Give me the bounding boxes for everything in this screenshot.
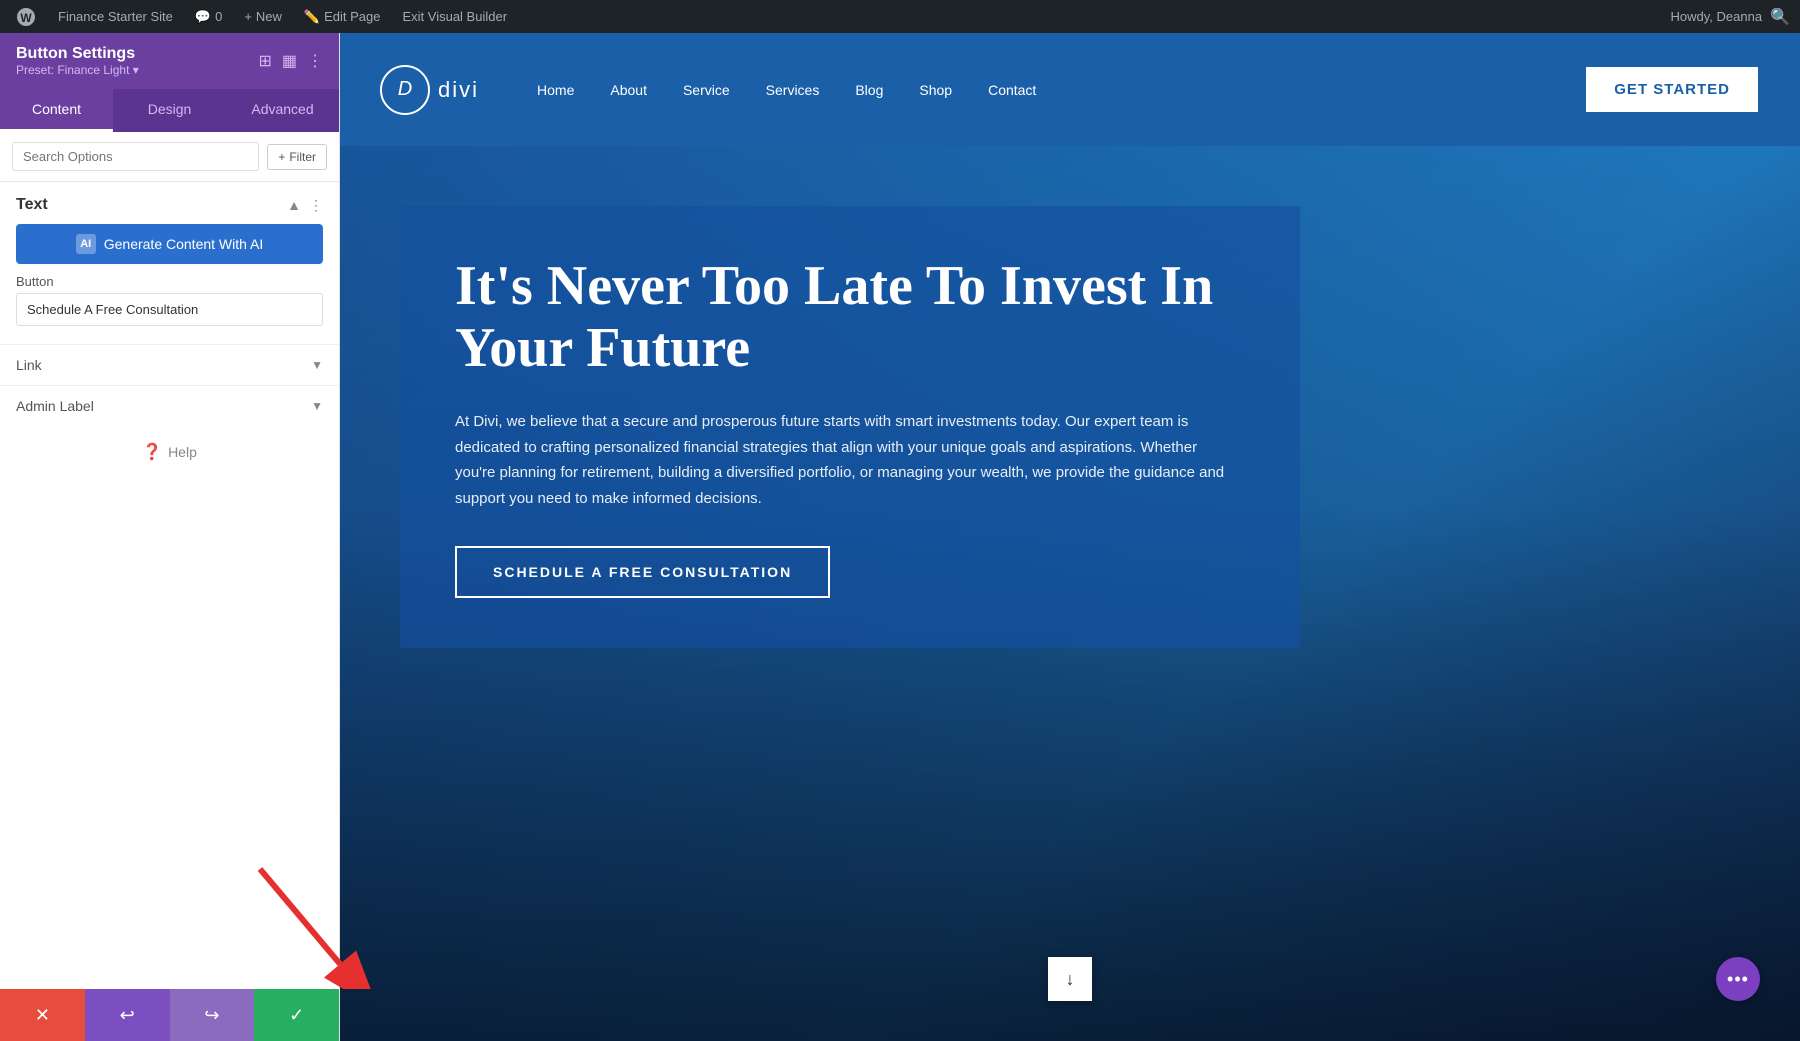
- logo-circle: D: [380, 65, 430, 115]
- comments-item[interactable]: 💬 0: [189, 0, 228, 33]
- ai-icon: AI: [76, 234, 96, 254]
- link-section-header[interactable]: Link ▼: [16, 357, 323, 373]
- save-button[interactable]: ✓: [254, 989, 339, 1041]
- logo-text: divi: [438, 77, 479, 103]
- nav-about[interactable]: About: [592, 33, 665, 146]
- sidebar-title-group: Button Settings Preset: Finance Light ▾: [16, 45, 139, 77]
- collapse-icon[interactable]: ▲: [287, 197, 301, 213]
- help-label: Help: [168, 444, 197, 460]
- tab-design[interactable]: Design: [113, 89, 226, 132]
- admin-bar-right: Howdy, Deanna 🔍: [1671, 7, 1790, 27]
- cancel-button[interactable]: ✕: [0, 989, 85, 1041]
- redo-icon: ↪: [204, 1005, 219, 1026]
- admin-label-section: Admin Label ▼: [0, 385, 339, 426]
- admin-label-header[interactable]: Admin Label ▼: [16, 398, 323, 414]
- undo-icon: ↩: [120, 1005, 135, 1026]
- get-started-button[interactable]: GET STARTED: [1584, 65, 1760, 114]
- new-icon: +: [244, 9, 252, 24]
- edit-label: Edit Page: [324, 9, 380, 24]
- scroll-down-button[interactable]: ↓: [1048, 957, 1092, 1001]
- floating-menu-button[interactable]: •••: [1716, 957, 1760, 1001]
- site-name-label: Finance Starter Site: [58, 9, 173, 24]
- link-chevron-icon: ▼: [311, 358, 323, 372]
- undo-button[interactable]: ↩: [85, 989, 170, 1041]
- nav-home[interactable]: Home: [519, 33, 592, 146]
- edit-page-item[interactable]: ✏️ Edit Page: [298, 0, 387, 33]
- search-input[interactable]: [12, 142, 259, 171]
- cancel-icon: ✕: [35, 1005, 50, 1026]
- site-logo: D divi: [380, 65, 479, 115]
- more-icon[interactable]: ⋮: [307, 51, 323, 71]
- hero-card: It's Never Too Late To Invest In Your Fu…: [400, 206, 1300, 648]
- nav-shop[interactable]: Shop: [901, 33, 970, 146]
- tab-content[interactable]: Content: [0, 89, 113, 132]
- nav-service[interactable]: Service: [665, 33, 748, 146]
- site-name-item[interactable]: Finance Starter Site: [52, 0, 179, 33]
- new-label: New: [256, 9, 282, 24]
- sidebar-bottom-bar: ✕ ↩ ↪ ✓: [0, 989, 339, 1041]
- sidebar-tabs: Content Design Advanced: [0, 89, 339, 132]
- floating-menu-icon: •••: [1727, 969, 1749, 990]
- wordpress-icon: W: [16, 7, 36, 27]
- get-started-label: GET STARTED: [1614, 81, 1730, 98]
- search-icon[interactable]: 🔍: [1770, 7, 1790, 27]
- nav-contact[interactable]: Contact: [970, 33, 1054, 146]
- main-layout: Button Settings Preset: Finance Light ▾ …: [0, 33, 1800, 1041]
- link-section: Link ▼: [0, 344, 339, 385]
- admin-label-chevron-icon: ▼: [311, 399, 323, 413]
- link-section-title: Link: [16, 357, 42, 373]
- text-section: Text ▲ ⋮ AI Generate Content With AI But…: [0, 182, 339, 344]
- edit-icon: ✏️: [304, 9, 320, 25]
- site-menu: Home About Service Services Blog Shop: [519, 33, 1584, 146]
- button-field-group: Button: [16, 274, 323, 326]
- button-text-input[interactable]: [16, 293, 323, 326]
- hero-subtitle: At Divi, we believe that a secure and pr…: [455, 409, 1235, 511]
- text-section-icons: ▲ ⋮: [287, 197, 323, 214]
- preview-area: D divi Home About Service Services Blo: [340, 33, 1800, 1041]
- admin-label-title: Admin Label: [16, 398, 94, 414]
- redo-button[interactable]: ↪: [170, 989, 255, 1041]
- text-section-title: Text: [16, 196, 48, 214]
- ai-button-label: Generate Content With AI: [104, 236, 264, 252]
- section-more-icon[interactable]: ⋮: [309, 197, 323, 214]
- hero-cta-label: SCHEDULE A FREE CONSULTATION: [493, 564, 792, 580]
- sidebar-title: Button Settings: [16, 45, 139, 63]
- search-row: + Filter: [0, 132, 339, 182]
- sidebar: Button Settings Preset: Finance Light ▾ …: [0, 33, 340, 1041]
- comment-icon: 💬: [195, 9, 211, 25]
- admin-bar-left: W Finance Starter Site 💬 0 + New ✏️ Edit…: [10, 0, 1659, 33]
- logo-letter: D: [398, 78, 412, 101]
- site-nav: D divi Home About Service Services Blo: [340, 33, 1800, 146]
- howdy-label: Howdy, Deanna: [1671, 9, 1763, 24]
- hero-section: It's Never Too Late To Invest In Your Fu…: [340, 146, 1800, 1041]
- sidebar-header-icons: ⊞ ▦ ⋮: [258, 51, 323, 71]
- responsive-icon[interactable]: ⊞: [258, 51, 271, 71]
- help-icon: ❓: [142, 442, 162, 462]
- nav-blog[interactable]: Blog: [837, 33, 901, 146]
- button-field-label: Button: [16, 274, 323, 289]
- sidebar-header: Button Settings Preset: Finance Light ▾ …: [0, 33, 339, 89]
- filter-plus-icon: +: [278, 150, 285, 164]
- columns-icon[interactable]: ▦: [282, 51, 297, 71]
- sidebar-preset[interactable]: Preset: Finance Light ▾: [16, 63, 139, 77]
- save-icon: ✓: [289, 1005, 304, 1026]
- exit-label: Exit Visual Builder: [402, 9, 507, 24]
- svg-text:W: W: [20, 11, 32, 25]
- generate-ai-button[interactable]: AI Generate Content With AI: [16, 224, 323, 264]
- new-item[interactable]: + New: [238, 0, 288, 33]
- nav-services[interactable]: Services: [748, 33, 838, 146]
- admin-bar: W Finance Starter Site 💬 0 + New ✏️ Edit…: [0, 0, 1800, 33]
- hero-cta-button[interactable]: SCHEDULE A FREE CONSULTATION: [455, 546, 830, 598]
- filter-button[interactable]: + Filter: [267, 144, 327, 170]
- tab-advanced[interactable]: Advanced: [226, 89, 339, 132]
- hero-content: It's Never Too Late To Invest In Your Fu…: [400, 206, 1300, 648]
- comments-count: 0: [215, 9, 222, 24]
- help-row[interactable]: ❓ Help: [0, 426, 339, 478]
- wp-logo-item[interactable]: W: [10, 0, 42, 33]
- hero-title: It's Never Too Late To Invest In Your Fu…: [455, 256, 1245, 379]
- scroll-down-icon: ↓: [1066, 969, 1075, 990]
- filter-label: Filter: [289, 150, 316, 164]
- text-section-header[interactable]: Text ▲ ⋮: [16, 196, 323, 214]
- exit-builder-item[interactable]: Exit Visual Builder: [396, 0, 513, 33]
